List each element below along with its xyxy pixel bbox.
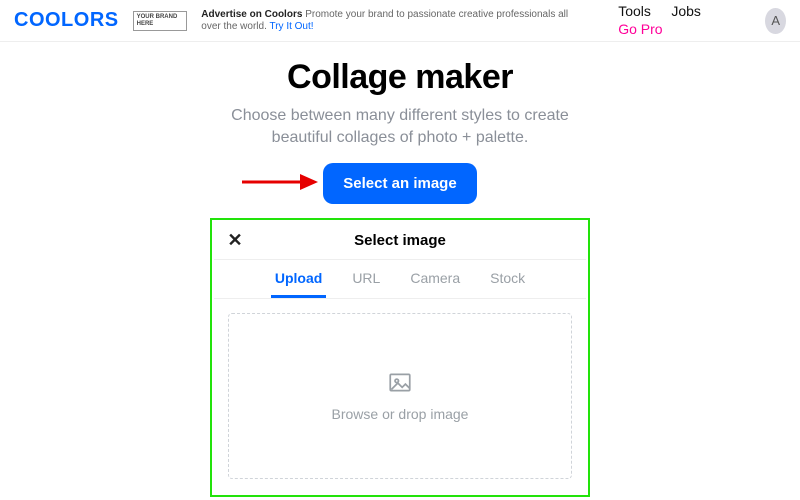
nav-tools[interactable]: Tools [618, 3, 651, 19]
avatar[interactable]: A [765, 8, 786, 34]
dropzone[interactable]: Browse or drop image [228, 313, 572, 479]
nav-jobs[interactable]: Jobs [671, 3, 701, 19]
tab-url[interactable]: URL [348, 270, 384, 298]
annotation-highlight-box: ✕ Select image Upload URL Camera Stock B… [210, 218, 590, 497]
tab-upload[interactable]: Upload [271, 270, 326, 298]
ad-brand-placeholder: YOUR BRAND HERE [133, 11, 188, 31]
topbar: coolors YOUR BRAND HERE Advertise on Coo… [0, 0, 800, 42]
nav-go-pro[interactable]: Go Pro [618, 21, 662, 37]
page-title: Collage maker [20, 58, 780, 97]
dropzone-label: Browse or drop image [332, 406, 469, 422]
tab-camera[interactable]: Camera [406, 270, 464, 298]
close-icon[interactable]: ✕ [220, 230, 250, 251]
select-image-modal: ✕ Select image Upload URL Camera Stock B… [214, 222, 586, 479]
modal-title: Select image [250, 232, 550, 249]
annotation-arrow [240, 171, 318, 193]
select-image-button[interactable]: Select an image [323, 163, 476, 204]
ad-title: Advertise on Coolors [201, 9, 302, 20]
tab-stock[interactable]: Stock [486, 270, 529, 298]
page-subtitle: Choose between many different styles to … [20, 105, 780, 149]
nav: Tools Jobs Go Pro [610, 3, 739, 39]
ad-block[interactable]: Advertise on Coolors Promote your brand … [201, 9, 582, 33]
logo[interactable]: coolors [14, 9, 119, 32]
modal-tabs: Upload URL Camera Stock [214, 259, 586, 298]
image-icon [387, 370, 413, 396]
hero: Collage maker Choose between many differ… [0, 42, 800, 204]
ad-link[interactable]: Try It Out! [269, 21, 313, 32]
